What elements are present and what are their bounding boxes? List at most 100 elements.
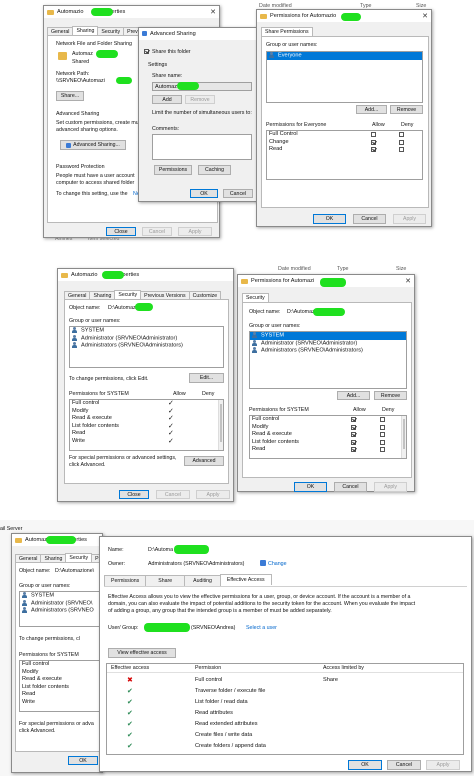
table-row[interactable]: ✔ Create folders / append data bbox=[107, 741, 463, 752]
view-effective-access-button[interactable]: View effective access bbox=[108, 648, 176, 658]
deny-checkbox[interactable] bbox=[380, 417, 385, 422]
edit-button[interactable]: Edit... bbox=[189, 373, 224, 383]
table-row: Read bbox=[267, 146, 422, 154]
cancel-button[interactable]: Cancel bbox=[223, 189, 253, 198]
table-row[interactable]: ✖ Full control Share bbox=[107, 675, 463, 686]
cancel-button[interactable]: Cancel bbox=[387, 760, 421, 770]
close-icon[interactable]: ✕ bbox=[210, 8, 216, 16]
advanced-sharing-button[interactable]: Advanced Sharing... bbox=[60, 140, 126, 150]
table-row[interactable]: ✔ Create files / write data bbox=[107, 730, 463, 741]
list-item[interactable]: Administrators (SRVNEO\Administrators) bbox=[250, 347, 406, 355]
ok-button[interactable]: OK bbox=[348, 760, 382, 770]
list-item[interactable]: Administrator (SRVNEO\ bbox=[20, 599, 100, 608]
apply-button[interactable]: Apply bbox=[393, 214, 426, 224]
share-name-select[interactable]: Automazio bbox=[152, 82, 252, 91]
permissions-button[interactable]: Permissions bbox=[154, 165, 192, 175]
title-bar[interactable]: Automazio operties ✕ bbox=[44, 6, 219, 18]
deny-checkbox[interactable] bbox=[380, 432, 385, 437]
permission-name: List folder / read data bbox=[195, 699, 248, 705]
table-row[interactable]: ✔ Traverse folder / execute file bbox=[107, 686, 463, 697]
group-listbox[interactable]: SYSTEM Administrator (SRVNEO\ Administra… bbox=[19, 591, 100, 627]
ok-button[interactable]: OK bbox=[294, 482, 327, 492]
allow-checkbox[interactable] bbox=[371, 139, 376, 145]
allow-checkbox[interactable] bbox=[351, 432, 356, 437]
allow-checkbox[interactable] bbox=[371, 132, 376, 137]
comments-textarea[interactable] bbox=[152, 134, 252, 160]
ok-button[interactable]: OK bbox=[313, 214, 346, 224]
col-size[interactable]: Size bbox=[396, 266, 406, 272]
title-bar[interactable]: Automazio roperties bbox=[58, 269, 233, 281]
remove-button[interactable]: Remove bbox=[374, 391, 407, 400]
cancel-button[interactable]: Cancel bbox=[142, 227, 172, 236]
scroll-thumb[interactable] bbox=[220, 404, 222, 442]
share-button[interactable]: Share... bbox=[56, 91, 84, 101]
share-folder-checkbox[interactable] bbox=[144, 49, 149, 54]
caching-button[interactable]: Caching bbox=[198, 165, 231, 175]
list-item[interactable]: Everyone bbox=[267, 52, 422, 60]
deny-checkbox[interactable] bbox=[380, 447, 385, 452]
apply-button[interactable]: Apply bbox=[426, 760, 460, 770]
apply-button[interactable]: Apply bbox=[178, 227, 212, 236]
list-item[interactable]: Administrator (SRVNEO\Administrator) bbox=[70, 334, 223, 343]
col-type[interactable]: Type bbox=[337, 266, 348, 272]
deny-checkbox[interactable] bbox=[399, 147, 404, 152]
tab-permissions[interactable]: Permissions bbox=[104, 575, 147, 586]
add-share-button[interactable]: Add bbox=[152, 95, 182, 104]
group-label: Group or user names: bbox=[19, 583, 71, 589]
group-listbox[interactable]: SYSTEM Administrator (SRVNEO\Administrat… bbox=[249, 331, 407, 389]
group-listbox[interactable]: Everyone bbox=[266, 51, 423, 103]
add-button[interactable]: Add... bbox=[337, 391, 370, 400]
deny-checkbox[interactable] bbox=[399, 132, 404, 137]
list-item[interactable]: Administrator (SRVNEO\Administrator) bbox=[250, 339, 406, 348]
col-date-modified[interactable]: Date modified bbox=[278, 266, 311, 272]
cancel-button[interactable]: Cancel bbox=[156, 490, 190, 499]
list-item[interactable]: Administrators (SRVNEO bbox=[20, 607, 100, 615]
remove-button[interactable]: Remove bbox=[390, 105, 423, 114]
col-permission[interactable]: Permission bbox=[195, 665, 221, 671]
allow-checkbox[interactable] bbox=[351, 439, 356, 445]
scrollbar[interactable] bbox=[401, 416, 406, 458]
scrollbar[interactable] bbox=[218, 400, 223, 450]
deny-checkbox[interactable] bbox=[380, 424, 385, 430]
close-icon[interactable]: ✕ bbox=[422, 12, 428, 20]
group-listbox[interactable]: SYSTEM Administrator (SRVNEO\Administrat… bbox=[69, 326, 224, 368]
advanced-button[interactable]: Advanced bbox=[184, 456, 224, 466]
apply-button[interactable]: Apply bbox=[196, 490, 230, 499]
table-row[interactable]: ✔ Read extended attributes bbox=[107, 719, 463, 730]
remove-share-button[interactable]: Remove bbox=[185, 95, 215, 104]
close-button[interactable]: Close bbox=[106, 227, 136, 236]
user-name: Administrator (SRVNEO\ bbox=[31, 599, 93, 606]
change-owner-link[interactable]: Change bbox=[268, 561, 287, 567]
close-icon[interactable]: ✕ bbox=[405, 277, 411, 285]
cancel-button[interactable]: Cancel bbox=[334, 482, 367, 492]
select-user-link[interactable]: Select a user bbox=[246, 625, 277, 631]
ok-button[interactable]: OK bbox=[190, 189, 218, 198]
table-row[interactable]: ✔ List folder / read data bbox=[107, 697, 463, 708]
deny-checkbox[interactable] bbox=[380, 439, 385, 445]
allow-checkbox[interactable] bbox=[351, 447, 356, 452]
col-access-limited-by[interactable]: Access limited by bbox=[323, 665, 364, 671]
permissions-for-label: Permissions for SYSTEM bbox=[69, 391, 129, 397]
cancel-button[interactable]: Cancel bbox=[353, 214, 386, 224]
list-item[interactable]: SYSTEM bbox=[250, 332, 406, 340]
allow-checkbox[interactable] bbox=[351, 417, 356, 422]
table-row[interactable]: ✔ Read attributes bbox=[107, 708, 463, 719]
scroll-thumb[interactable] bbox=[403, 419, 405, 449]
list-item[interactable]: Administrators (SRVNEO\Administrators) bbox=[70, 342, 223, 350]
list-item[interactable]: SYSTEM bbox=[70, 327, 223, 335]
allow-checkbox[interactable] bbox=[351, 424, 356, 430]
list-item[interactable]: SYSTEM bbox=[20, 592, 100, 600]
network-path-value[interactable]: \\SRVNEO\Automazi bbox=[56, 78, 105, 84]
title-bar[interactable]: Advanced Sharing bbox=[139, 28, 258, 40]
permission-name: Write bbox=[22, 698, 35, 705]
add-button[interactable]: Add... bbox=[356, 105, 387, 114]
tab-share[interactable]: Share bbox=[145, 575, 186, 586]
col-effective-access[interactable]: Effective access bbox=[111, 665, 149, 671]
allow-checkbox[interactable] bbox=[371, 147, 376, 152]
ok-button[interactable]: OK bbox=[68, 756, 98, 765]
tab-auditing[interactable]: Auditing bbox=[184, 575, 221, 586]
apply-button[interactable]: Apply bbox=[374, 482, 407, 492]
tab-effective-access[interactable]: Effective Access bbox=[219, 574, 272, 585]
deny-checkbox[interactable] bbox=[399, 139, 404, 145]
close-button[interactable]: Close bbox=[119, 490, 149, 499]
